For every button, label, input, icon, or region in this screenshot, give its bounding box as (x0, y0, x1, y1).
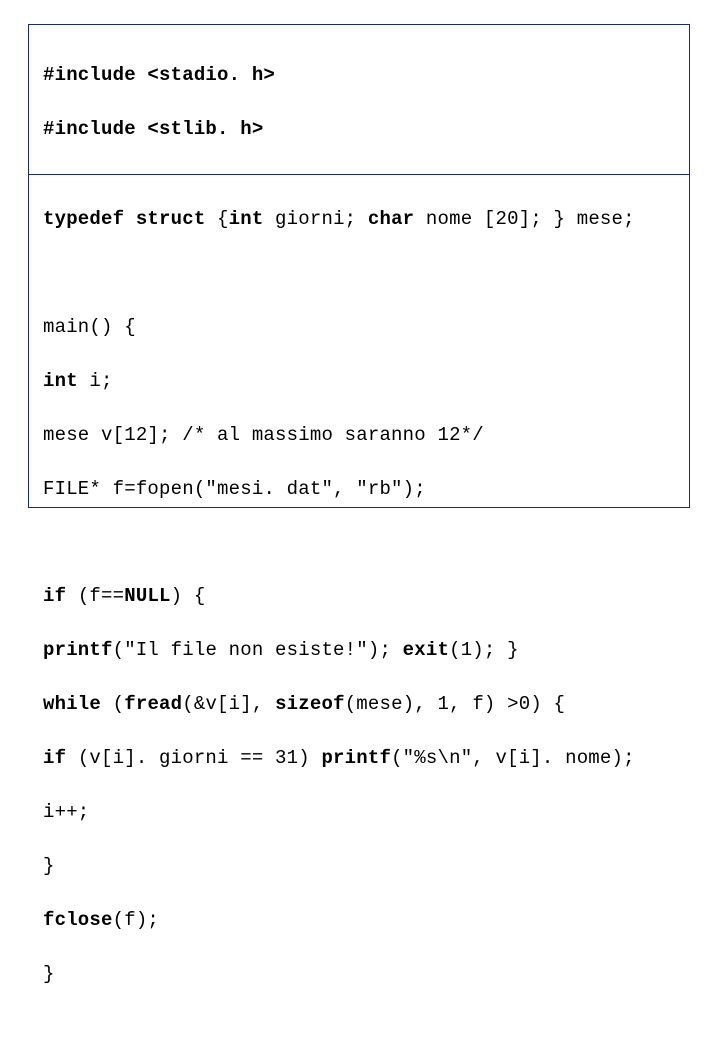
code-line: if (f==NULL) { (43, 583, 675, 610)
code-line: main() { (43, 314, 675, 341)
include-directive: #include <stadio. h> (43, 64, 275, 86)
keyword-int: int (43, 370, 78, 392)
code-text: i++; (43, 801, 89, 823)
keyword-sizeof: sizeof (275, 693, 345, 715)
code-text: (&v[i], (182, 693, 275, 715)
keyword-int: int (229, 208, 264, 230)
code-text: FILE* f=fopen (43, 478, 194, 500)
code-line: if (v[i]. giorni == 31) printf("%s\n", v… (43, 745, 675, 772)
code-text: giorni; (263, 208, 367, 230)
fn-fread: fread (124, 693, 182, 715)
code-line: fclose(f); (43, 907, 675, 934)
code-line: #include <stlib. h> (43, 116, 675, 143)
code-text: ("mesi. dat", "rb"); (194, 478, 426, 500)
code-block: #include <stadio. h> #include <stlib. h>… (43, 35, 675, 1042)
code-text: ("Il file non esiste!"); (113, 639, 403, 661)
include-directive: #include <stlib. h> (43, 118, 263, 140)
code-line: FILE* f=fopen("mesi. dat", "rb"); (43, 476, 675, 503)
blank-line (43, 529, 675, 556)
divider (29, 174, 689, 175)
code-text: (f); (113, 909, 159, 931)
keyword-typedef: typedef struct (43, 208, 217, 230)
keyword-if: if (43, 585, 78, 607)
code-line: int i; (43, 368, 675, 395)
code-text: nome [20]; } mese; (414, 208, 634, 230)
code-line: typedef struct {int giorni; char nome [2… (43, 206, 675, 233)
keyword-while: while (43, 693, 113, 715)
code-line: #include <stadio. h> (43, 62, 675, 89)
keyword-if: if (43, 747, 78, 769)
code-text: (1); } (449, 639, 519, 661)
code-text: main() { (43, 316, 136, 338)
code-text: i; (78, 370, 113, 392)
code-line: while (fread(&v[i], sizeof(mese), 1, f) … (43, 691, 675, 718)
fn-exit: exit (403, 639, 449, 661)
blank-line (43, 260, 675, 287)
fn-printf: printf (321, 747, 391, 769)
code-text: ) { (171, 585, 206, 607)
code-line: i++; (43, 799, 675, 826)
code-line: printf("Il file non esiste!"); exit(1); … (43, 637, 675, 664)
keyword-char: char (368, 208, 414, 230)
fn-fclose: fclose (43, 909, 113, 931)
code-text: mese v[12]; /* al massimo saranno 12*/ (43, 424, 484, 446)
code-text: { (217, 208, 229, 230)
keyword-null: NULL (124, 585, 170, 607)
code-line: } (43, 853, 675, 880)
code-line: mese v[12]; /* al massimo saranno 12*/ (43, 422, 675, 449)
code-text: (v[i]. giorni == 31) (78, 747, 322, 769)
code-text: } (43, 855, 55, 877)
code-text: ( (113, 693, 125, 715)
code-text: } (43, 963, 55, 985)
code-text: (f== (78, 585, 124, 607)
fn-printf: printf (43, 639, 113, 661)
code-frame: #include <stadio. h> #include <stlib. h>… (28, 24, 690, 508)
code-text: ("%s\n", v[i]. nome); (391, 747, 635, 769)
code-text: (mese), 1, f) >0) { (345, 693, 565, 715)
code-line: } (43, 961, 675, 988)
